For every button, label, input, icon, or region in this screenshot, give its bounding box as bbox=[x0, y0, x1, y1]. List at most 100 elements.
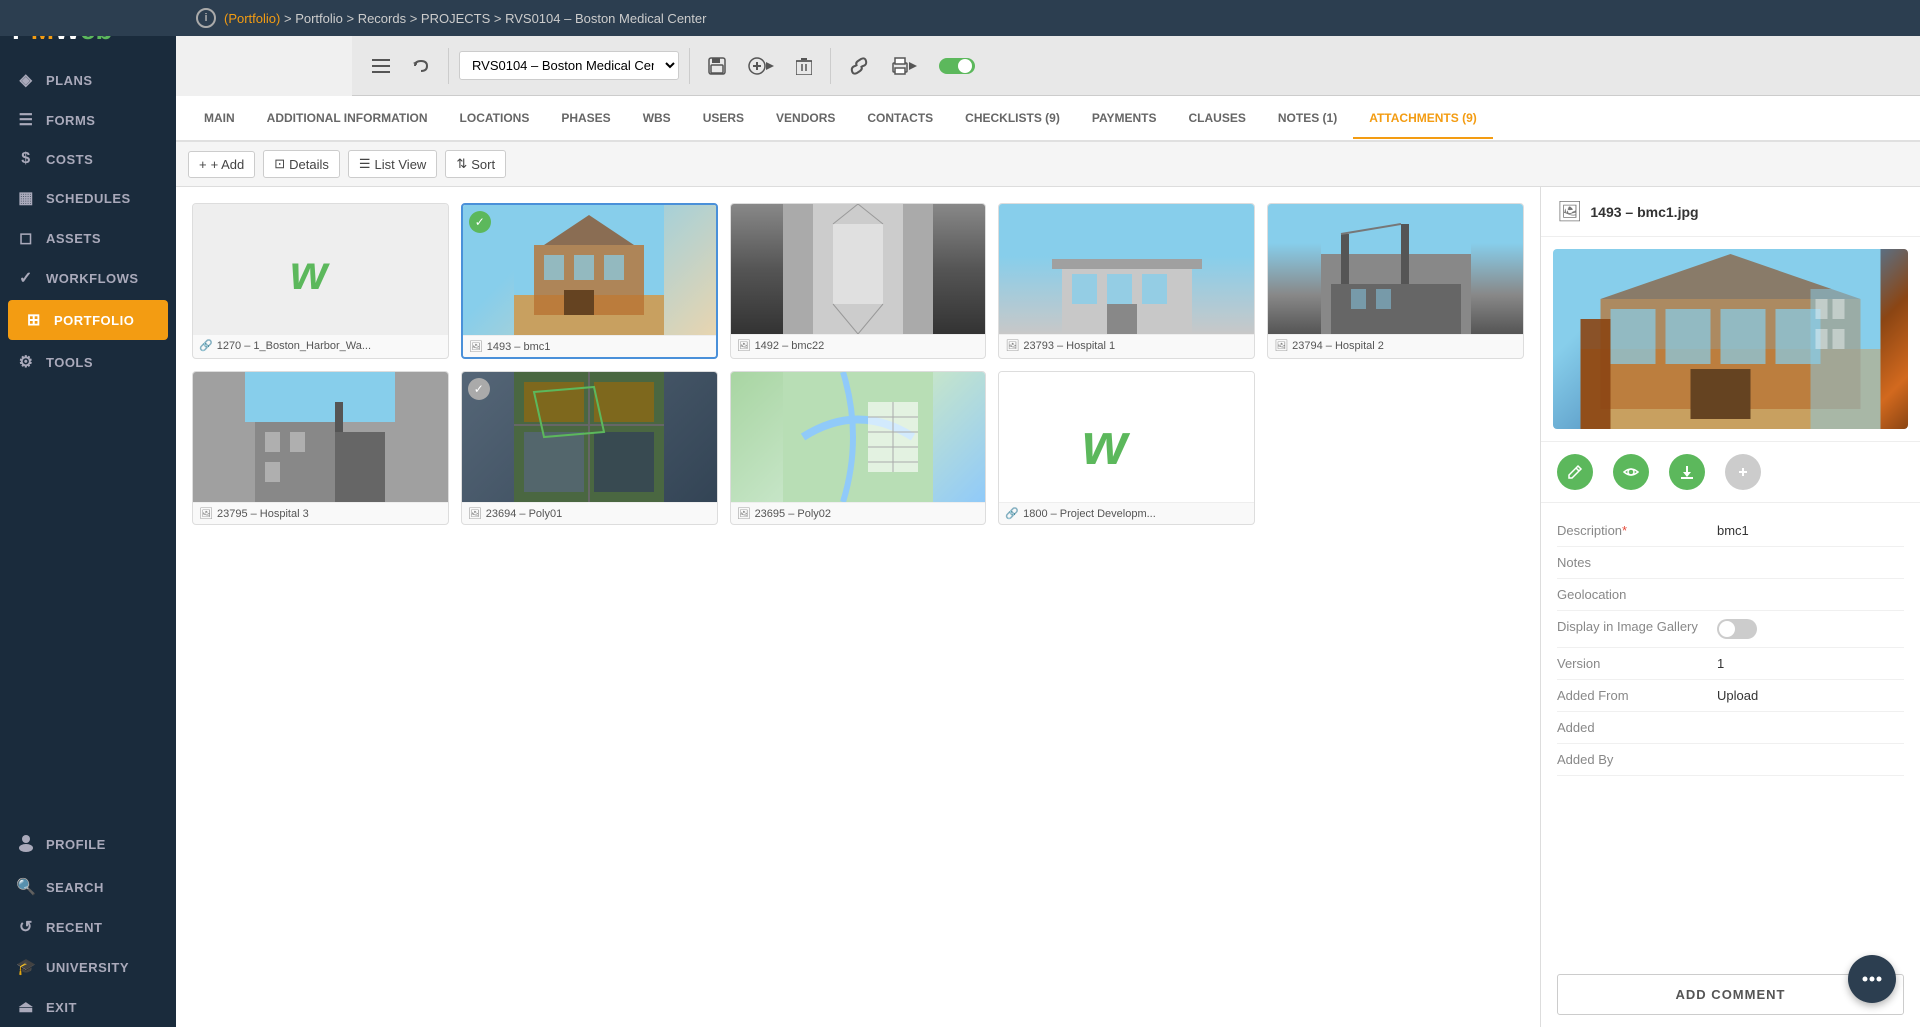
delete-button[interactable] bbox=[788, 51, 820, 81]
tab-additional[interactable]: ADDITIONAL INFORMATION bbox=[251, 99, 444, 139]
sidebar-item-label: PORTFOLIO bbox=[54, 313, 134, 328]
details-button[interactable]: ⊡ Details bbox=[263, 150, 340, 178]
gallery-thumb bbox=[462, 372, 717, 502]
gallery-item[interactable]: ✓ 🖼 bbox=[461, 203, 718, 359]
print-button[interactable] bbox=[883, 51, 925, 81]
gallery-thumb bbox=[731, 204, 986, 334]
list-icon: ☰ bbox=[359, 156, 371, 172]
tab-phases[interactable]: PHASES bbox=[545, 99, 626, 139]
sidebar-item-search[interactable]: 🔍 SEARCH bbox=[0, 867, 176, 907]
record-dropdown[interactable]: RVS0104 – Boston Medical Center bbox=[459, 51, 679, 80]
field-description: Description* bmc1 bbox=[1557, 515, 1904, 547]
undo-button[interactable] bbox=[404, 51, 438, 81]
sidebar-item-label: PROFILE bbox=[46, 837, 106, 852]
tab-locations[interactable]: LOCATIONS bbox=[444, 99, 546, 139]
gallery-item[interactable]: ✓ bbox=[461, 371, 718, 525]
gallery-thumb bbox=[731, 372, 986, 502]
sidebar-item-schedules[interactable]: ▦ SCHEDULES bbox=[0, 178, 176, 218]
sidebar-item-workflows[interactable]: ✓ WORKFLOWS bbox=[0, 258, 176, 298]
sidebar-item-costs[interactable]: $ COSTS bbox=[0, 140, 176, 178]
tab-vendors[interactable]: VENDORS bbox=[760, 99, 851, 139]
forms-icon: ☰ bbox=[16, 110, 36, 130]
workflows-icon: ✓ bbox=[16, 268, 36, 288]
detail-panel: 🖼 1493 – bmc1.jpg bbox=[1540, 187, 1920, 1027]
add-attachment-button[interactable]: + + Add bbox=[188, 151, 255, 178]
tab-notes[interactable]: NOTES (1) bbox=[1262, 99, 1353, 139]
breadcrumb-portfolio[interactable]: (Portfolio) bbox=[224, 11, 280, 26]
gallery-item[interactable]: 🖼 23795 – Hospital 3 bbox=[192, 371, 449, 525]
plans-icon: ◈ bbox=[16, 70, 36, 90]
gallery-thumb: w bbox=[193, 204, 448, 334]
assets-icon: ◻ bbox=[16, 228, 36, 248]
exit-icon: ⏏ bbox=[16, 997, 36, 1017]
added-label: Added bbox=[1557, 720, 1717, 735]
version-label: Version bbox=[1557, 656, 1717, 671]
content-area: w 🔗 1270 – 1_Boston_Harbor_Wa... ✓ bbox=[176, 187, 1920, 1027]
file-image-icon: 🖼 bbox=[1557, 199, 1582, 224]
gallery-label: 🖼 23694 – Poly01 bbox=[462, 502, 717, 524]
sidebar-item-label: WORKFLOWS bbox=[46, 271, 139, 286]
image-icon: 🖼 bbox=[1274, 339, 1288, 352]
gallery-label: 🔗 1270 – 1_Boston_Harbor_Wa... bbox=[193, 334, 448, 356]
info-icon[interactable]: i bbox=[196, 8, 216, 28]
gallery-label: 🖼 1493 – bmc1 bbox=[463, 335, 716, 357]
added-by-label: Added By bbox=[1557, 752, 1717, 767]
tab-wbs[interactable]: WBS bbox=[627, 99, 687, 139]
tab-contacts[interactable]: CONTACTS bbox=[851, 99, 949, 139]
tab-main[interactable]: MAIN bbox=[188, 99, 251, 139]
sidebar-item-profile[interactable]: PROFILE bbox=[0, 822, 176, 867]
sidebar-item-portfolio[interactable]: ⊞ PORTFOLIO bbox=[8, 300, 168, 340]
clip-icon: 🔗 bbox=[199, 339, 213, 352]
gallery-item[interactable]: 🖼 1492 – bmc22 bbox=[730, 203, 987, 359]
portfolio-icon: ⊞ bbox=[24, 310, 44, 330]
edit-button[interactable] bbox=[1557, 454, 1593, 490]
gallery-thumb bbox=[1268, 204, 1523, 334]
sidebar-item-label: EXIT bbox=[46, 1000, 77, 1015]
sidebar-item-label: TOOLS bbox=[46, 355, 93, 370]
sidebar-item-assets[interactable]: ◻ ASSETS bbox=[0, 218, 176, 258]
link-button[interactable] bbox=[841, 51, 877, 81]
tab-users[interactable]: USERS bbox=[687, 99, 760, 139]
sidebar-item-plans[interactable]: ◈ PLANS bbox=[0, 60, 176, 100]
description-label: Description* bbox=[1557, 523, 1717, 538]
display-gallery-toggle[interactable] bbox=[1717, 619, 1757, 639]
check-badge: ✓ bbox=[468, 378, 490, 400]
detail-fields: Description* bmc1 Notes Geolocation Disp… bbox=[1541, 503, 1920, 962]
toggle-button[interactable] bbox=[931, 50, 983, 82]
gallery-label: 🖼 23795 – Hospital 3 bbox=[193, 502, 448, 524]
record-selector[interactable]: RVS0104 – Boston Medical Center bbox=[459, 51, 679, 80]
download-button[interactable] bbox=[1669, 454, 1705, 490]
gallery-item[interactable]: w 🔗 1270 – 1_Boston_Harbor_Wa... bbox=[192, 203, 449, 359]
sidebar-item-label: FORMS bbox=[46, 113, 95, 128]
fab-button[interactable] bbox=[1848, 955, 1896, 1003]
gallery-label: 🔗 1800 – Project Developm... bbox=[999, 502, 1254, 524]
image-icon: 🖼 bbox=[737, 339, 751, 352]
image-icon: 🖼 bbox=[1005, 339, 1019, 352]
gallery-item[interactable]: w 🔗 1800 – Project Developm... bbox=[998, 371, 1255, 525]
add-button[interactable] bbox=[740, 51, 782, 81]
more-button[interactable] bbox=[1725, 454, 1761, 490]
tab-clauses[interactable]: CLAUSES bbox=[1173, 99, 1262, 139]
action-bar: + + Add ⊡ Details ☰ List View ⇅ Sort bbox=[176, 142, 1920, 187]
tab-payments[interactable]: PAYMENTS bbox=[1076, 99, 1173, 139]
save-button[interactable] bbox=[700, 51, 734, 81]
tab-attachments[interactable]: ATTACHMENTS (9) bbox=[1353, 99, 1493, 139]
sidebar-item-forms[interactable]: ☰ FORMS bbox=[0, 100, 176, 140]
gallery-item[interactable]: 🖼 23695 – Poly02 bbox=[730, 371, 987, 525]
sidebar-item-recent[interactable]: ↺ RECENT bbox=[0, 907, 176, 947]
detail-actions bbox=[1541, 442, 1920, 503]
gallery-item[interactable]: 🖼 23794 – Hospital 2 bbox=[1267, 203, 1524, 359]
profile-icon bbox=[16, 832, 36, 857]
check-badge: ✓ bbox=[469, 211, 491, 233]
tab-checklists[interactable]: CHECKLISTS (9) bbox=[949, 99, 1076, 139]
gallery-item[interactable]: 🖼 23793 – Hospital 1 bbox=[998, 203, 1255, 359]
sidebar-item-exit[interactable]: ⏏ EXIT bbox=[0, 987, 176, 1027]
sidebar-item-label: PLANS bbox=[46, 73, 93, 88]
sidebar-item-label: COSTS bbox=[46, 152, 93, 167]
list-view-button[interactable]: ☰ List View bbox=[348, 150, 437, 178]
sort-button[interactable]: ⇅ Sort bbox=[445, 150, 506, 178]
sidebar-item-tools[interactable]: ⚙ TOOLS bbox=[0, 342, 176, 382]
sidebar-item-university[interactable]: 🎓 UNIVERSITY bbox=[0, 947, 176, 987]
hamburger-menu-button[interactable] bbox=[364, 53, 398, 79]
view-button[interactable] bbox=[1613, 454, 1649, 490]
